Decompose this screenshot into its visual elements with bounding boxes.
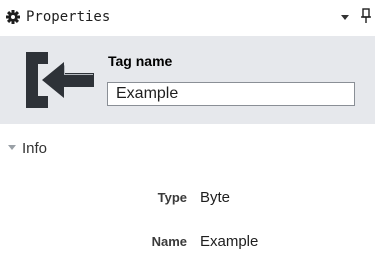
info-section: Info Type Byte Name Example bbox=[0, 124, 375, 253]
info-section-label: Info bbox=[22, 140, 48, 157]
tag-name-input[interactable] bbox=[107, 82, 355, 106]
pin-icon[interactable] bbox=[360, 8, 372, 24]
tag-arrow-icon bbox=[26, 52, 94, 108]
property-value: Byte bbox=[200, 189, 231, 206]
tag-header: Tag name bbox=[0, 36, 375, 124]
gear-icon[interactable] bbox=[6, 10, 20, 24]
property-row-type: Type Byte bbox=[0, 187, 375, 209]
panel-title: Properties bbox=[26, 9, 111, 25]
property-row-name: Name Example bbox=[0, 231, 375, 253]
tag-name-label: Tag name bbox=[108, 53, 173, 69]
property-key: Name bbox=[151, 234, 187, 249]
dropdown-arrow-icon[interactable] bbox=[341, 15, 349, 20]
panel-titlebar: Properties bbox=[0, 0, 375, 36]
collapse-arrow-icon[interactable] bbox=[8, 145, 16, 150]
property-value: Example bbox=[200, 233, 259, 250]
property-key: Type bbox=[157, 190, 187, 205]
